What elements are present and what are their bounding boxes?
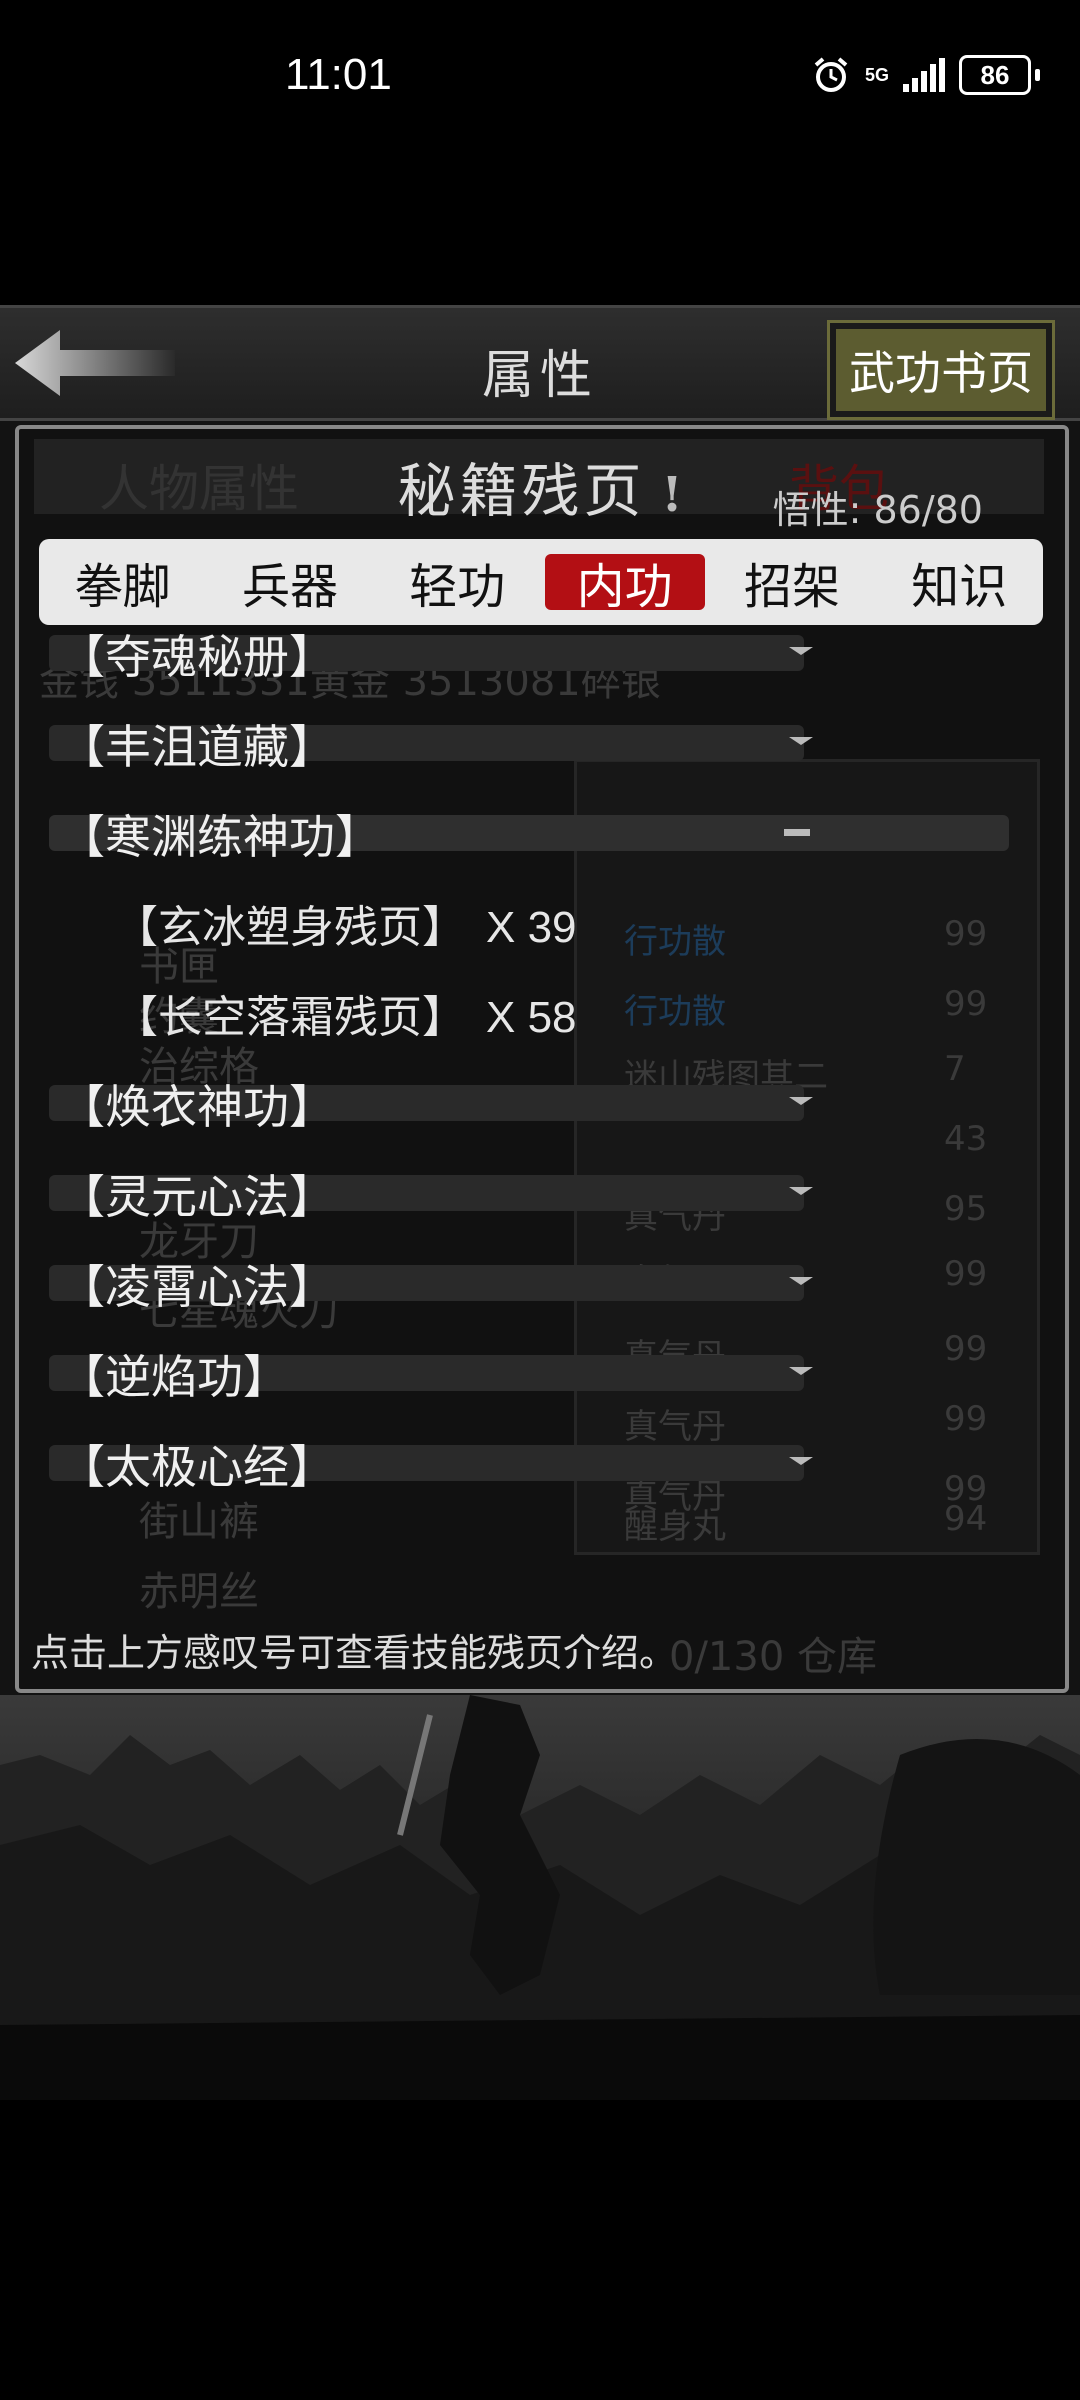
- tab-neigong[interactable]: 内功: [544, 554, 705, 615]
- category-tabs: 拳脚 兵器 轻功 内功 招架 知识: [39, 539, 1043, 625]
- category-label: 【焕衣神功】: [59, 1080, 335, 1134]
- tab-qinggong[interactable]: 轻功: [377, 554, 537, 615]
- category-label: 【寒渊练神功】: [59, 810, 381, 864]
- category-label: 【丰沮道藏】: [59, 720, 335, 774]
- network-type: 5G: [864, 64, 889, 85]
- battery-level: 86: [980, 59, 1010, 90]
- tab-bingqi[interactable]: 兵器: [210, 554, 370, 615]
- fragment-name: 【玄冰塑身残页】: [114, 902, 466, 953]
- chevron-down-icon[interactable]: [789, 647, 813, 655]
- chevron-down-icon[interactable]: [789, 1367, 813, 1375]
- fragment-name: 【长空落霜残页】: [114, 992, 466, 1043]
- category-label: 【太极心经】: [59, 1440, 335, 1494]
- fragment-quantity: X 39: [486, 903, 577, 952]
- tab-quanjiao[interactable]: 拳脚: [43, 554, 203, 615]
- clock: 11:01: [285, 50, 392, 99]
- category-label: 【夺魂秘册】: [59, 630, 335, 684]
- chevron-down-icon[interactable]: [789, 1187, 813, 1195]
- status-bar: 11:01 5G 86: [0, 0, 1080, 150]
- category-label: 【灵元心法】: [59, 1170, 335, 1224]
- dialog-title-text: 秘籍残页: [397, 457, 646, 525]
- category-label: 【逆焰功】: [59, 1350, 289, 1404]
- chevron-down-icon[interactable]: [789, 1097, 813, 1105]
- status-icons: 5G 86: [811, 55, 1040, 95]
- wugong-book-button[interactable]: 武功书页: [830, 323, 1052, 417]
- signal-icon: [903, 58, 945, 92]
- background-capacity: 0/130 仓库: [669, 1634, 877, 1680]
- comprehension-value: 悟性: 86/80: [772, 488, 983, 532]
- chevron-down-icon[interactable]: [789, 737, 813, 745]
- chevron-down-icon[interactable]: [789, 1277, 813, 1285]
- battery-tip: [1035, 69, 1040, 81]
- hint-text: 点击上方感叹号可查看技能残页介绍。: [31, 1631, 678, 1675]
- category-label: 【凌霄心法】: [59, 1260, 335, 1314]
- chevron-down-icon[interactable]: [789, 1457, 813, 1465]
- collapse-icon[interactable]: [784, 829, 810, 836]
- top-bar: 属性 武功书页: [0, 305, 1080, 421]
- fragment-list: 【夺魂秘册】 【丰沮道藏】 【寒渊练神功】 【玄冰塑身残页】 X 39 【长空落霜…: [19, 629, 1065, 1629]
- alarm-icon: [814, 57, 848, 92]
- tab-zhishi[interactable]: 知识: [879, 554, 1039, 615]
- game-screen: 属性 武功书页 人物属性 背包 金钱 3511331黄金 3513081碎银 书…: [0, 305, 1080, 2100]
- tab-zhaojia[interactable]: 招架: [712, 554, 872, 615]
- fragment-item: 【玄冰塑身残页】 X 39: [114, 891, 577, 955]
- scenery-illustration: [0, 1695, 1080, 2100]
- exclamation-icon[interactable]: !: [661, 467, 686, 523]
- fragment-dialog: 人物属性 背包 金钱 3511331黄金 3513081碎银 书匣 约囊 治综格…: [15, 425, 1069, 1693]
- fragment-item: 【长空落霜残页】 X 58: [114, 981, 577, 1045]
- battery-icon: 86: [959, 55, 1031, 95]
- fragment-quantity: X 58: [486, 993, 577, 1042]
